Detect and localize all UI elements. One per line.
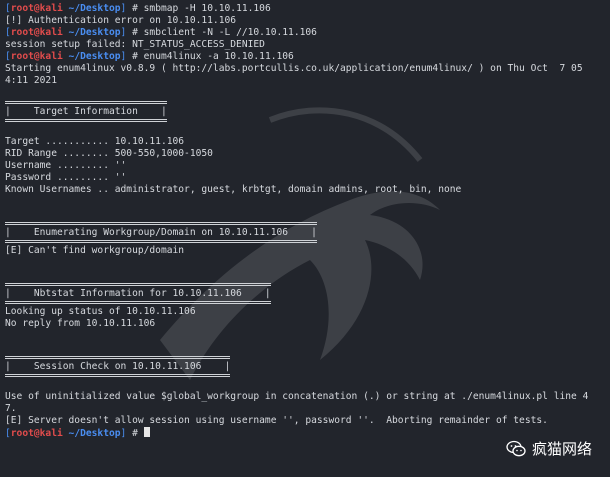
output-line: Known Usernames .. administrator, guest,…: [5, 184, 462, 195]
watermark: 疯猫网络: [506, 438, 592, 459]
prompt-line: [root@kali ~/Desktop] # smbclient -N -L …: [5, 27, 317, 38]
output-line: Starting enum4linux v0.8.9 ( http://labs…: [5, 63, 583, 74]
output-line: RID Range ........ 500-550,1000-1050: [5, 148, 213, 159]
watermark-text: 疯猫网络: [531, 440, 592, 458]
prompt-line: [root@kali ~/Desktop] # smbmap -H 10.10.…: [5, 3, 271, 14]
text-cursor: [143, 427, 150, 437]
prompt-line: [root@kali ~/Desktop] # enum4linux -a 10…: [5, 51, 294, 62]
output-line: Password ......... '': [5, 172, 127, 183]
output-line: session setup failed: NT_STATUS_ACCESS_D…: [5, 39, 265, 50]
output-line: [!] Authentication error on 10.10.11.106: [5, 15, 237, 26]
command-text: enum4linux -a 10.10.11.106: [143, 51, 294, 62]
output-line: Looking up status of 10.10.11.106: [5, 306, 196, 317]
error-line: [E] Server doesn't allow session using u…: [5, 415, 548, 426]
wechat-icon: [506, 440, 526, 456]
section-header-workgroup: | Enumerating Workgroup/Domain on 10.10.…: [5, 222, 317, 243]
output-line: 7.: [5, 403, 17, 414]
prompt-path: ~/Desktop: [68, 3, 121, 14]
output-line: Target ........... 10.10.11.106: [5, 136, 185, 147]
output-line: Use of uninitialized value $global_workg…: [5, 391, 589, 402]
output-line: Username ......... '': [5, 160, 127, 171]
output-line: No reply from 10.10.11.106: [5, 318, 156, 329]
terminal-output[interactable]: [root@kali ~/Desktop] # smbmap -H 10.10.…: [5, 3, 605, 439]
section-header-target: | Target Information |: [5, 101, 167, 122]
error-line: [E] Can't find workgroup/domain: [5, 245, 185, 256]
command-text: smbmap -H 10.10.11.106: [143, 3, 271, 14]
command-text: smbclient -N -L //10.10.11.106: [143, 27, 317, 38]
prompt-user: root@kali: [10, 3, 63, 14]
section-header-session: | Session Check on 10.10.11.106 |: [5, 356, 231, 377]
section-header-nbtstat: | Nbtstat Information for 10.10.11.106 |: [5, 283, 271, 304]
output-line: 4:11 2021: [5, 75, 57, 86]
